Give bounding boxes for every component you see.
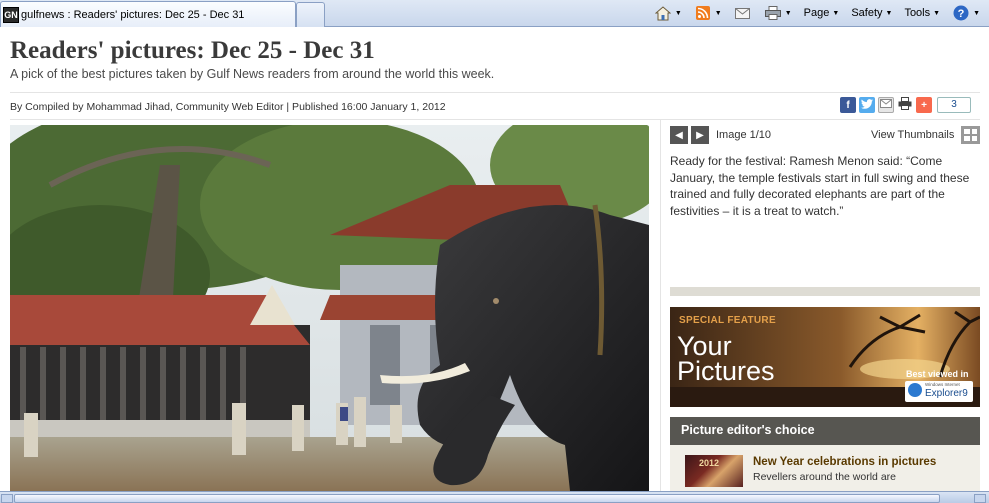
ie9-badge: Windows Internet Explorer9	[905, 381, 973, 402]
tools-menu[interactable]: Tools ▼	[899, 2, 945, 24]
scroll-right-button[interactable]	[974, 494, 986, 503]
gallery-main-image[interactable]	[10, 125, 649, 491]
feeds-icon	[694, 5, 712, 21]
gallery-sidebar: ◀ ▶ Image 1/10 View Thumbnails Ready for…	[660, 120, 989, 491]
home-icon	[654, 5, 672, 21]
editors-choice-item-title[interactable]: New Year celebrations in pictures	[753, 456, 936, 468]
promo-title-line2: Pictures	[677, 356, 775, 386]
facebook-icon: f	[846, 99, 850, 111]
image-caption: Ready for the festival: Ramesh Menon sai…	[670, 154, 970, 218]
tools-menu-label: Tools	[904, 7, 931, 19]
web-page: Readers' pictures: Dec 25 - Dec 31 A pic…	[0, 28, 989, 491]
email-icon	[880, 99, 892, 111]
browser-tab-bar: GN gulfnews : Readers' pictures: Dec 25 …	[0, 0, 989, 27]
safety-menu[interactable]: Safety ▼	[846, 2, 897, 24]
addthis-share-button[interactable]: +	[916, 97, 932, 113]
facebook-share-button[interactable]: f	[840, 97, 856, 113]
home-button[interactable]: ▼	[649, 2, 687, 24]
image-counter: Image 1/10	[716, 129, 772, 141]
picture-editors-choice-panel: 2012 New Year celebrations in pictures R…	[670, 445, 980, 491]
browser-tab[interactable]: GN gulfnews : Readers' pictures: Dec 25 …	[0, 1, 296, 27]
ie9-badge-name: Explorer9	[925, 388, 968, 399]
your-pictures-promo-banner[interactable]: SPECIAL FEATURE Your Pictures Best viewe…	[670, 307, 980, 407]
previous-image-button[interactable]: ◀	[670, 126, 688, 144]
twitter-share-button[interactable]	[859, 97, 875, 113]
picture-editors-choice-heading: Picture editor's choice	[670, 417, 980, 445]
standfirst: A pick of the best pictures taken by Gul…	[10, 67, 495, 81]
arrow-left-icon: ◀	[675, 129, 683, 141]
byline: By Compiled by Mohammad Jihad, Community…	[10, 101, 446, 113]
email-share-button[interactable]	[878, 97, 894, 113]
ie-logo-icon	[908, 383, 922, 397]
feeds-button[interactable]: ▼	[689, 2, 727, 24]
svg-text:?: ?	[958, 8, 965, 20]
print-icon	[898, 97, 912, 113]
plus-icon: +	[921, 99, 927, 111]
divider	[10, 92, 980, 93]
promo-kicker: SPECIAL FEATURE	[679, 315, 776, 326]
new-tab-button[interactable]	[296, 2, 325, 27]
twitter-icon	[861, 98, 873, 112]
share-toolbar: f + 3	[840, 97, 971, 113]
help-icon: ?	[952, 5, 970, 21]
view-thumbnails-link[interactable]: View Thumbnails	[871, 129, 954, 141]
share-count[interactable]: 3	[937, 97, 971, 113]
scroll-left-button[interactable]	[1, 494, 13, 503]
divider-bar	[670, 287, 980, 296]
thumbnails-grid-icon[interactable]	[961, 126, 980, 144]
help-button[interactable]: ? ▼	[947, 2, 985, 24]
promo-badge-label: Best viewed in	[906, 369, 969, 379]
print-button[interactable]: ▼	[759, 2, 797, 24]
command-bar: ▼ ▼ ▼ Page ▼ Safety ▼ Tools ▼ ? ▼	[649, 0, 989, 26]
gulfnews-favicon-icon: GN	[3, 6, 19, 23]
elephant-temple-photo	[10, 125, 649, 491]
thumbnail-text: 2012	[699, 458, 720, 468]
print-page-button[interactable]	[897, 97, 913, 113]
ie9-badge-small-text: Windows Internet	[925, 382, 960, 387]
horizontal-scrollbar-thumb[interactable]	[14, 494, 940, 503]
editors-choice-item-summary: Revellers around the world are	[753, 471, 896, 483]
read-mail-button[interactable]	[729, 2, 757, 24]
arrow-right-icon: ▶	[696, 129, 704, 141]
page-menu-label: Page	[803, 7, 830, 19]
read-mail-icon	[734, 5, 752, 21]
new-year-thumbnail[interactable]: 2012	[685, 455, 743, 487]
browser-window: GN gulfnews : Readers' pictures: Dec 25 …	[0, 0, 989, 503]
next-image-button[interactable]: ▶	[691, 126, 709, 144]
page-menu[interactable]: Page ▼	[799, 2, 845, 24]
safety-menu-label: Safety	[851, 7, 883, 19]
print-icon	[764, 5, 782, 21]
page-title: Readers' pictures: Dec 25 - Dec 31	[10, 37, 375, 64]
tab-title: gulfnews : Readers' pictures: Dec 25 - D…	[21, 8, 245, 21]
horizontal-scrollbar-area	[0, 491, 989, 503]
